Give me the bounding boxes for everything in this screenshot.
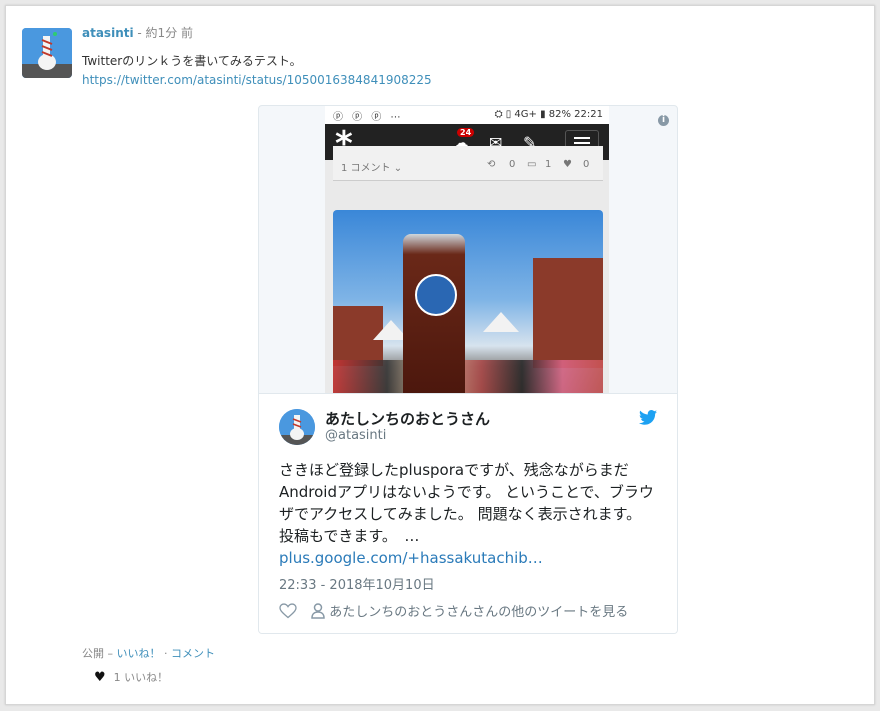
likes-heart-icon: ♥ <box>94 670 106 685</box>
building-right <box>533 258 603 368</box>
beer-photo <box>333 210 603 393</box>
post-footer: 公開 – いいね！ · コメント <box>82 645 215 661</box>
likes-count[interactable]: 1 いいね！ <box>114 671 169 684</box>
comment-count-label: 1 コメント ⌄ <box>341 163 403 174</box>
avatar-image <box>22 28 72 78</box>
heart-icon: ♥ <box>563 159 572 170</box>
post-header: atasinti - 約1分 前 <box>82 24 193 41</box>
tweet-author-handle[interactable]: @atasinti <box>325 428 386 443</box>
post-text: Twitterのリンｋうを書いてみるテスト。 <box>82 54 302 68</box>
author-name[interactable]: atasinti <box>82 26 134 40</box>
like-count: 0 <box>583 159 590 170</box>
likes-summary: ♥ 1 いいね！ <box>94 669 168 685</box>
visibility-label: 公開 – <box>82 647 117 660</box>
tweet-actions: あたしンちのおとうさんさんの他のツイートを見る <box>279 601 628 620</box>
beer-logo <box>415 274 457 316</box>
crowd <box>333 360 603 393</box>
tweet-date[interactable]: 22:33 - 2018年10月10日 <box>279 574 435 593</box>
tweet-body: さきほど登録したplusporaですが、残念ながらまだAndroidアプリはない… <box>279 461 664 545</box>
comment-count: 1 <box>545 159 552 170</box>
more-tweets-link[interactable]: あたしンちのおとうさんさんの他のツイートを見る <box>329 605 628 620</box>
footer-separator: · <box>160 647 171 660</box>
tent-right <box>483 312 519 332</box>
twitter-embed[interactable]: i ⓟ ⓟ ⓟ ⋯ ⛭ ▯ 4G+ ▮ 82% 22:21 * ☁ 24 ✉ ✎… <box>258 105 678 634</box>
comment-icon: ▭ <box>527 159 537 170</box>
comment-action-link[interactable]: コメント <box>171 647 215 660</box>
phone-status-bar: ⓟ ⓟ ⓟ ⋯ ⛭ ▯ 4G+ ▮ 82% 22:21 <box>325 106 609 124</box>
info-icon[interactable]: i <box>658 115 669 126</box>
tweet-card[interactable]: あたしンちのおとうさん @atasinti さきほど登録したplusporaです… <box>259 393 677 633</box>
status-system-info: ⛭ ▯ 4G+ ▮ 82% 22:21 <box>494 109 603 120</box>
status-notification-icons: ⓟ ⓟ ⓟ ⋯ <box>333 112 404 123</box>
post-time[interactable]: - 約1分 前 <box>134 26 193 40</box>
beer-glass <box>403 234 465 393</box>
tweet-media-screenshot[interactable]: ⓟ ⓟ ⓟ ⋯ ⛭ ▯ 4G+ ▮ 82% 22:21 * ☁ 24 ✉ ✎ 1… <box>325 106 609 393</box>
twitter-bird-icon[interactable] <box>639 410 657 425</box>
notification-badge: 24 <box>457 128 475 137</box>
post-interaction-bar: 1 コメント ⌄ ⟲ 0 ▭ 1 ♥ 0 <box>333 146 603 181</box>
tweet-avatar[interactable] <box>279 409 315 445</box>
post-link[interactable]: https://twitter.com/atasinti/status/1050… <box>82 73 432 87</box>
post-card: atasinti - 約1分 前 Twitterのリンｋうを書いてみるテスト。 … <box>5 5 875 705</box>
reshare-count: 0 <box>509 159 516 170</box>
like-action-link[interactable]: いいね！ <box>117 647 161 660</box>
tweet-author-name[interactable]: あたしンちのおとうさん <box>325 408 490 429</box>
reshare-icon: ⟲ <box>487 159 496 170</box>
tweet-avatar-image <box>279 409 315 445</box>
tweet-body-link[interactable]: plus.google.com/+hassakutachib… <box>279 549 543 567</box>
tweet-text: さきほど登録したplusporaですが、残念ながらまだAndroidアプリはない… <box>279 459 664 569</box>
author-avatar[interactable] <box>22 28 72 78</box>
person-icon <box>311 603 325 619</box>
like-heart-icon[interactable] <box>279 603 297 619</box>
